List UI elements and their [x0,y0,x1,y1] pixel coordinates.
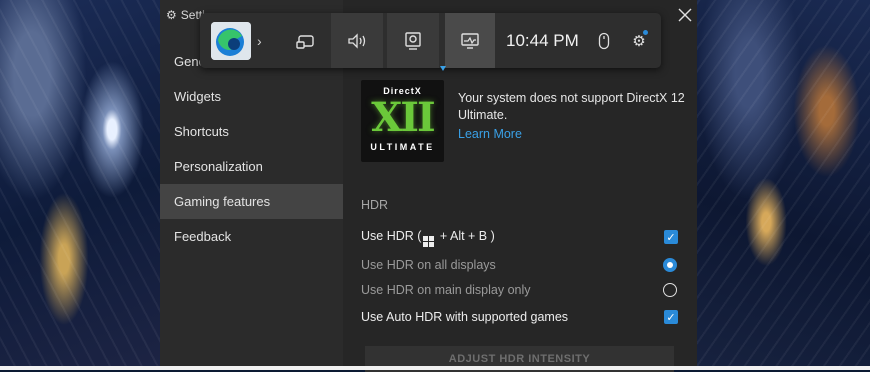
directx-ultimate-logo: DirectX XII ULTIMATE [361,80,444,162]
directx-support-message: Your system does not support DirectX 12 … [458,91,685,122]
webcam-icon [405,31,421,50]
taskbar-edge [0,366,870,370]
cursor-pointer-icon [440,66,446,71]
webcam-widget-button[interactable] [387,13,439,68]
hdr-main-display-radio[interactable] [663,283,677,297]
desktop-wallpaper-left [0,0,160,370]
audio-widget-button[interactable] [331,13,383,68]
audio-icon [348,32,366,49]
auto-hdr-label: Use Auto HDR with supported games [361,310,569,324]
sidebar-item-label: Shortcuts [174,124,229,139]
sidebar-item-label: Gaming features [174,194,271,209]
notification-dot [642,29,648,35]
desktop-wallpaper-right [697,0,870,370]
performance-icon [461,32,479,49]
sidebar-item-label: Personalization [174,159,263,174]
checkmark-icon: ✓ [666,311,676,324]
hdr-all-displays-radio[interactable] [663,258,677,272]
sidebar-item-label: Feedback [174,229,232,244]
hdr-heading: HDR [361,198,389,212]
sidebar-item-label: Widgets [174,89,221,104]
performance-widget-button[interactable] [445,13,495,68]
sidebar-item-personalization[interactable]: Personalization [160,149,343,184]
window-title: ⚙ Setti [166,8,205,22]
clock: 10:44 PM [506,30,579,50]
use-hdr-label: Use HDR ( + Alt + B ) [361,229,495,247]
chevron-right-icon[interactable]: › [257,13,262,68]
learn-more-link[interactable]: Learn More [458,127,522,141]
logo-text-bottom: ULTIMATE [370,142,435,152]
mouse-settings-button[interactable] [593,13,615,68]
gear-icon: ⚙ [166,8,177,22]
logo-text-xii: XII [371,94,435,141]
hdr-all-displays-label: Use HDR on all displays [361,258,496,272]
gamebar-settings-button[interactable]: ⚙ [628,13,650,68]
hdr-main-display-label: Use HDR on main display only [361,283,531,297]
sidebar-item-feedback[interactable]: Feedback [160,219,343,254]
sidebar-item-gaming-features[interactable]: Gaming features [160,184,343,219]
close-icon[interactable] [676,6,694,24]
auto-hdr-checkbox[interactable]: ✓ [664,310,678,324]
mouse-icon [598,32,610,49]
use-hdr-label-prefix: Use HDR ( [361,229,422,243]
capture-widget-button[interactable] [280,13,332,68]
checkmark-icon: ✓ [666,231,676,244]
use-hdr-label-suffix: + Alt + B ) [436,229,495,243]
windows-key-icon [423,236,435,247]
sidebar-item-shortcuts[interactable]: Shortcuts [160,114,343,149]
game-bar: › 10:44 PM ⚙ [200,13,661,68]
use-hdr-checkbox[interactable]: ✓ [664,230,678,244]
capture-icon [296,34,314,49]
sidebar-item-widgets[interactable]: Widgets [160,79,343,114]
edge-logo[interactable] [211,22,251,60]
gear-icon: ⚙ [632,29,648,50]
